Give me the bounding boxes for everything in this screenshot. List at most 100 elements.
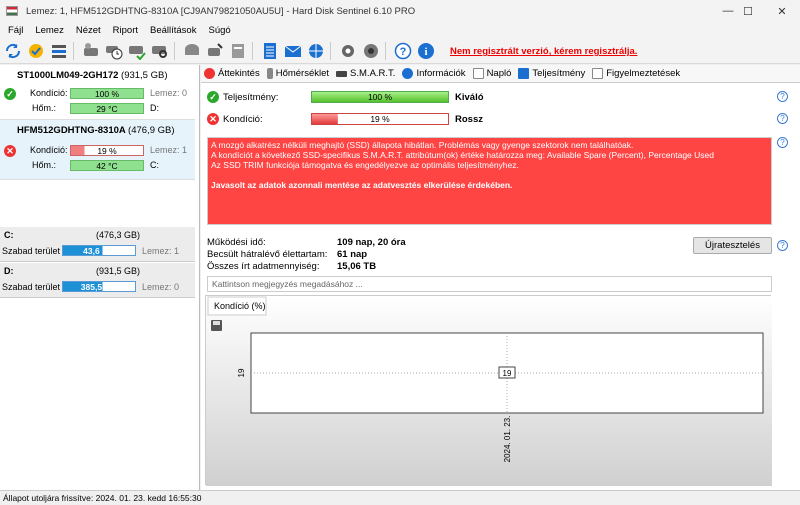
- menu-view[interactable]: Nézet: [76, 25, 101, 36]
- disk-print-button[interactable]: [228, 41, 248, 61]
- performance-label: Teljesítmény:: [223, 92, 279, 103]
- health-value: 100 %: [94, 89, 120, 99]
- disk-clock-button[interactable]: [104, 41, 124, 61]
- error-icon: [204, 68, 215, 79]
- disk-search-button[interactable]: [150, 41, 170, 61]
- performance-icon: [518, 68, 530, 79]
- menu-help[interactable]: Súgó: [208, 25, 230, 36]
- help-icon[interactable]: ?: [777, 240, 788, 251]
- help-icon[interactable]: ?: [777, 137, 788, 148]
- tab-overview[interactable]: Áttekintés: [204, 68, 260, 79]
- disk-gray-icon: [185, 43, 199, 55]
- volume-size: (476,3 GB): [96, 230, 141, 240]
- disk-list-button[interactable]: [49, 41, 69, 61]
- settings-icon: [342, 44, 354, 57]
- health-bar: 100 %: [70, 88, 144, 99]
- remaining-life-label: Becsült hátralévő élettartam:: [207, 249, 328, 260]
- disk-model: ST1000LM049-2GH172: [17, 70, 119, 81]
- disk-print-icon: [232, 43, 244, 58]
- toolbar-separator: [385, 41, 386, 60]
- info-button[interactable]: i: [416, 41, 436, 61]
- app-flag-icon: [6, 6, 18, 16]
- temp-label: Hőm.:: [32, 160, 57, 170]
- volume-size: (931,5 GB): [96, 266, 141, 276]
- disk-size: (931,5 GB): [121, 70, 168, 81]
- comment-input[interactable]: Kattintson megjegyzés megadásához ...: [207, 276, 772, 292]
- close-button[interactable]: ✕: [764, 0, 800, 22]
- tab-label: Teljesítmény: [532, 68, 586, 79]
- status-error-icon: ✕: [207, 113, 219, 125]
- info-icon: i: [418, 42, 434, 59]
- svg-text:i: i: [424, 46, 427, 58]
- health-chart-panel: Kondíció (%) 19 19 2024. 01. 23.: [205, 295, 772, 486]
- email-button[interactable]: [283, 41, 303, 61]
- settings-button[interactable]: [338, 41, 358, 61]
- log-icon: [472, 68, 484, 79]
- smart-icon: [336, 70, 348, 77]
- volume-item[interactable]: D: (931,5 GB) Szabad terület 385,5 GB Le…: [0, 263, 195, 298]
- tab-information[interactable]: Információk: [402, 68, 466, 79]
- save-icon-label: [213, 321, 220, 325]
- tab-label: Áttekintés: [218, 68, 260, 79]
- report-button[interactable]: [260, 41, 280, 61]
- disk-button[interactable]: [81, 41, 101, 61]
- tab-label: Figyelmeztetések: [606, 68, 681, 79]
- drive-letter: D:: [150, 103, 159, 113]
- network-button[interactable]: [306, 41, 326, 61]
- help-button[interactable]: ?: [393, 41, 413, 61]
- free-space-label: Szabad terület: [2, 246, 61, 256]
- refresh-button[interactable]: [3, 41, 23, 61]
- register-link[interactable]: Nem regisztrált verzió, kérem regisztrál…: [450, 46, 637, 57]
- message-line: A kondíciót a következő SSD-specifikus S…: [211, 150, 714, 160]
- health-label: Kondíció:: [30, 88, 68, 98]
- tab-log[interactable]: Napló: [472, 68, 511, 79]
- written-data-label: Összes írt adatmennyiség:: [207, 261, 320, 272]
- menu-report[interactable]: Riport: [113, 25, 138, 36]
- disk-check-button[interactable]: [127, 41, 147, 61]
- disk-size: (476,9 GB): [128, 125, 175, 136]
- speaker-button[interactable]: [361, 41, 381, 61]
- retest-button[interactable]: Újratesztelés: [693, 237, 772, 254]
- tab-label: Információk: [416, 68, 466, 79]
- written-data-value: 15,06 TB: [337, 261, 377, 272]
- disk-item-selected[interactable]: HFM512GDHTNG-8310A (476,9 GB) ✕ Kondíció…: [0, 120, 195, 180]
- maximize-button[interactable]: ☐: [730, 0, 766, 22]
- disk-list-icon: [52, 44, 66, 58]
- disk-icon: [84, 42, 98, 56]
- free-space-value: 43,6 GB: [83, 246, 115, 256]
- update-button[interactable]: [26, 41, 46, 61]
- speaker-icon: [364, 43, 378, 58]
- disk-clock-icon: [106, 45, 123, 59]
- health-chart: Kondíció (%) 19 19 2024. 01. 23.: [206, 296, 772, 486]
- disk-gray-button[interactable]: [182, 41, 202, 61]
- info-icon: [402, 68, 414, 79]
- toolbar-separator: [330, 41, 331, 60]
- remaining-life-value: 61 nap: [337, 249, 368, 260]
- report-icon: [264, 42, 276, 59]
- network-icon: [309, 43, 323, 58]
- health-bar: 19 %: [311, 113, 449, 125]
- tab-performance[interactable]: Teljesítmény: [518, 68, 585, 79]
- message-line: Az SSD TRIM funkciója támogatva és enged…: [211, 160, 519, 170]
- free-space-bar: 43,6 GB: [62, 245, 136, 256]
- tab-temperature[interactable]: Hőmérséklet: [266, 68, 329, 79]
- status-message-box: A mozgó alkatrész nélküli meghajtó (SSD)…: [207, 137, 772, 225]
- performance-bar: 100 %: [311, 91, 449, 103]
- tab-smart[interactable]: S.M.A.R.T.: [336, 68, 395, 79]
- update-icon: [29, 43, 43, 58]
- status-bar: Állapot utoljára frissítve: 2024. 01. 23…: [0, 490, 800, 505]
- menu-file[interactable]: Fájl: [8, 25, 23, 36]
- help-icon[interactable]: ?: [777, 91, 788, 102]
- menu-settings[interactable]: Beállítások: [150, 25, 196, 36]
- disk-tools-button[interactable]: [205, 41, 225, 61]
- menu-disk[interactable]: Lemez: [35, 25, 64, 36]
- volume-item[interactable]: C: (476,3 GB) Szabad terület 43,6 GB Lem…: [0, 227, 195, 262]
- tab-alerts[interactable]: Figyelmeztetések: [592, 68, 680, 79]
- temp-bar: 29 °C: [70, 103, 144, 114]
- free-space-value: 385,5 GB: [80, 282, 118, 292]
- chart-title: Kondíció (%): [214, 301, 266, 311]
- free-space-bar: 385,5 GB: [62, 281, 136, 292]
- help-icon[interactable]: ?: [777, 113, 788, 124]
- disk-name: ST1000LM049-2GH172 (931,5 GB): [17, 70, 168, 81]
- disk-item[interactable]: ST1000LM049-2GH172 (931,5 GB) ✓ Kondíció…: [0, 65, 195, 120]
